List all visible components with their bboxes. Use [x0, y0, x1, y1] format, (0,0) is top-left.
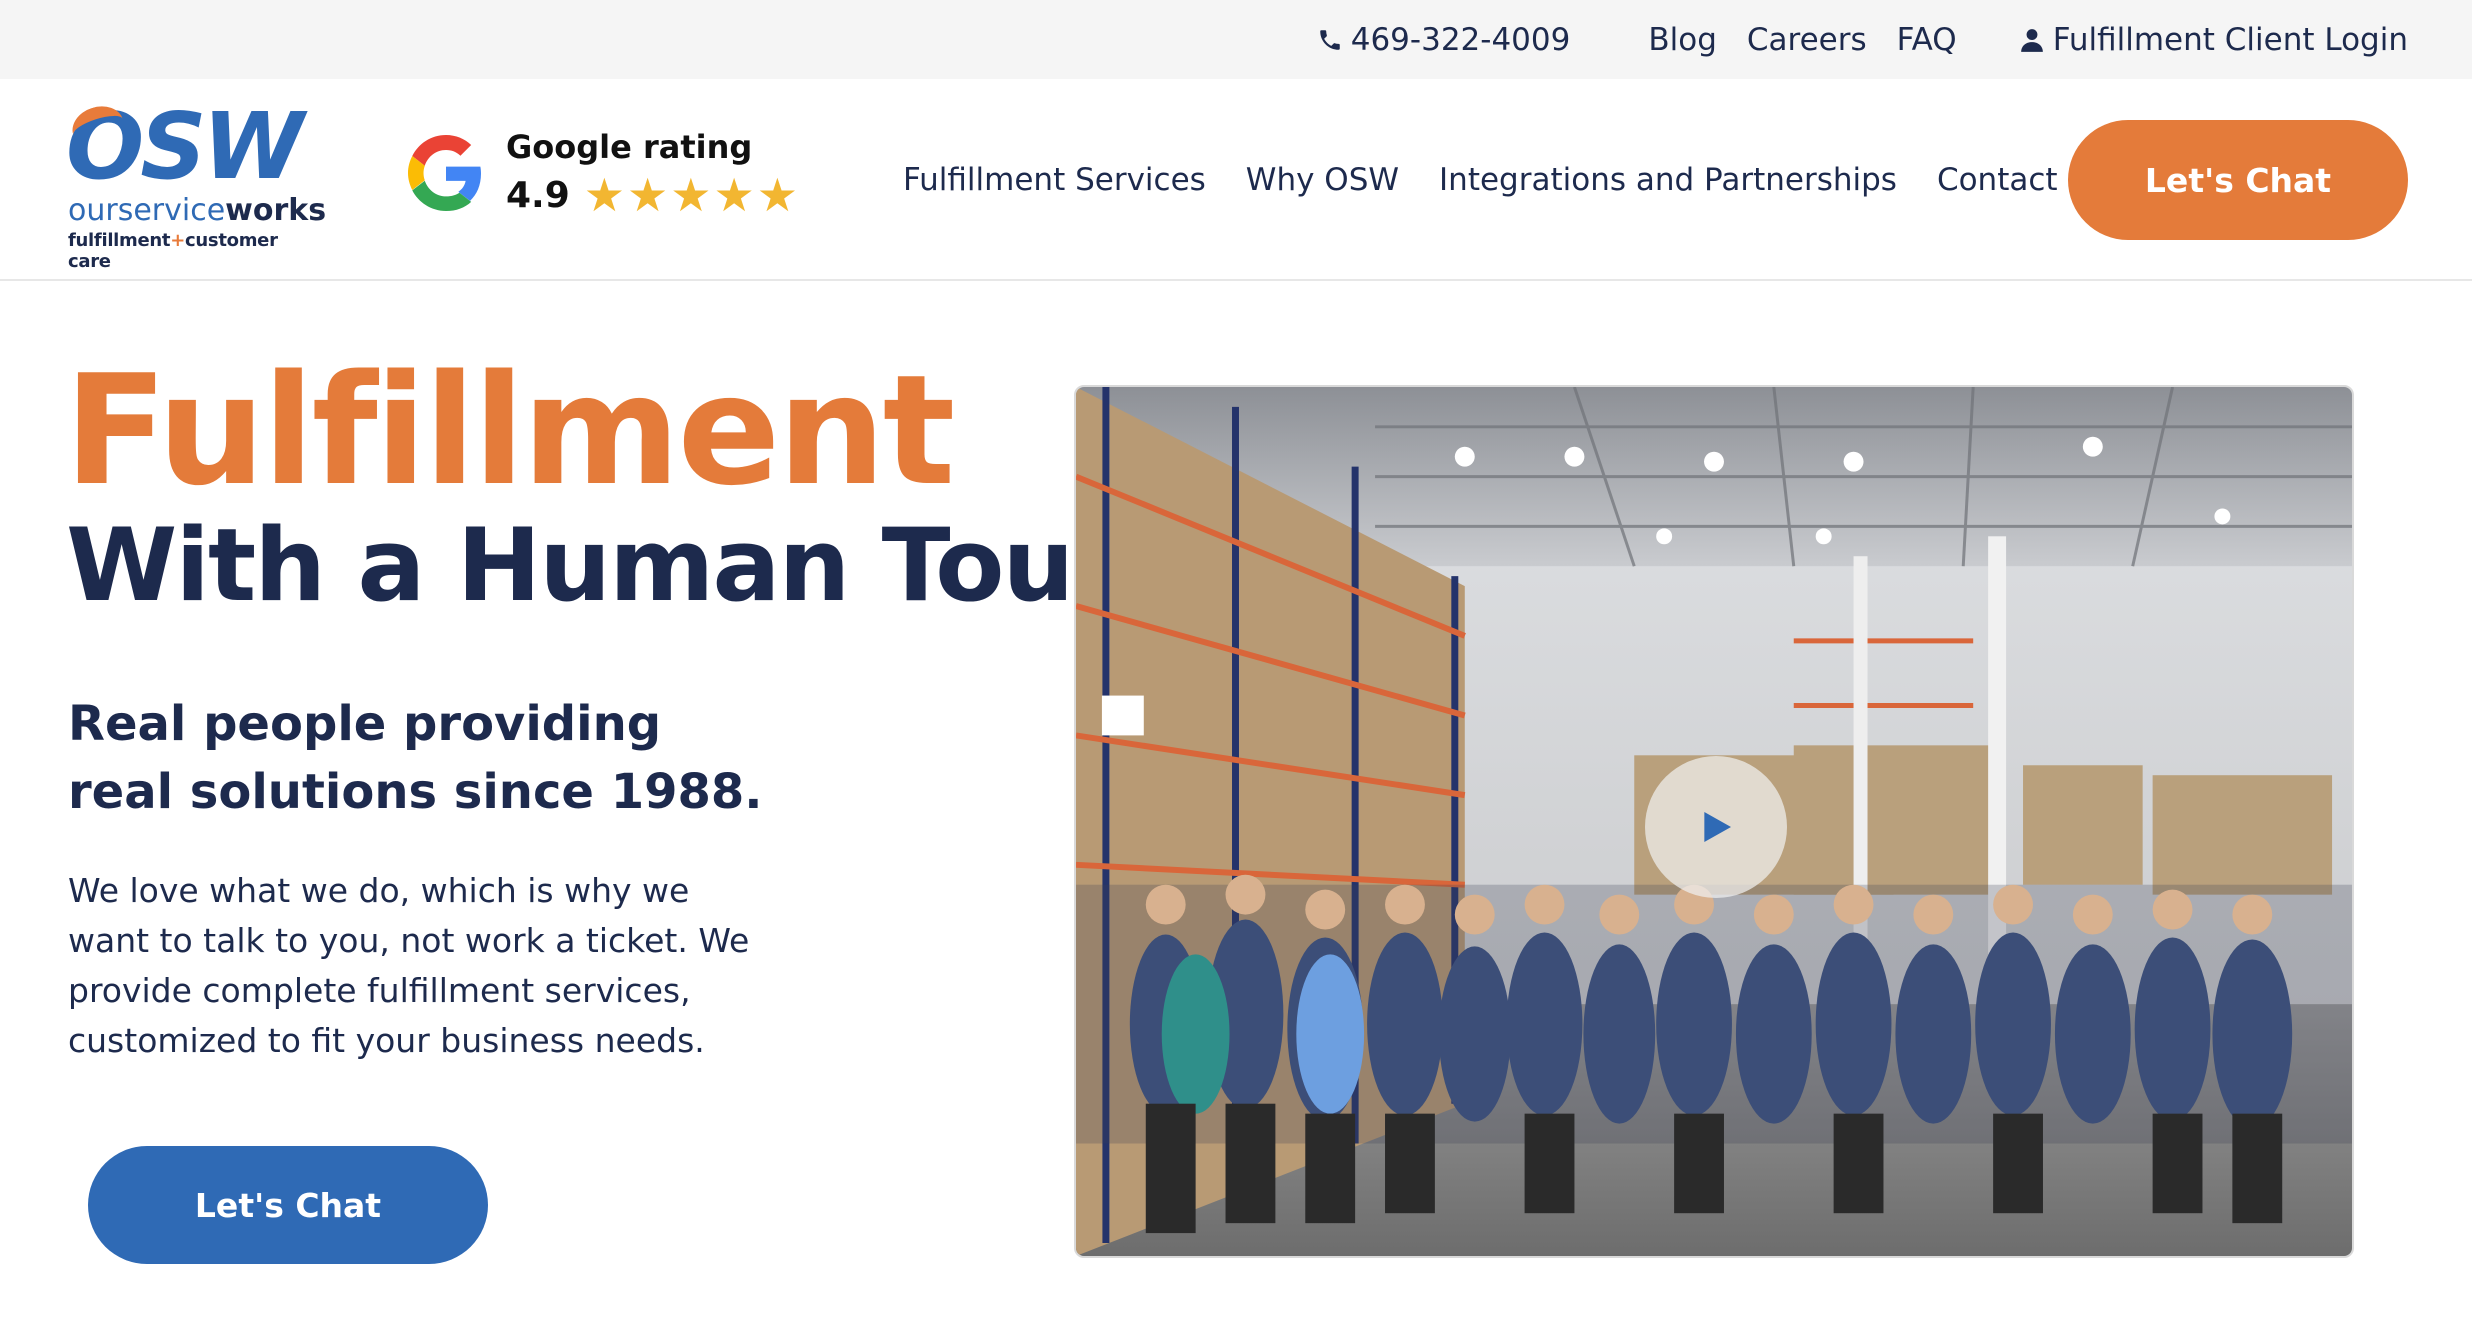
- phone-icon: [1319, 29, 1340, 50]
- lets-chat-header-button[interactable]: Let's Chat: [2068, 120, 2408, 240]
- careers-link[interactable]: Careers: [1747, 22, 1867, 58]
- logo-wordmark: ourserviceworks: [68, 196, 326, 226]
- client-login-label: Fulfillment Client Login: [2052, 21, 2408, 58]
- client-login-link[interactable]: Fulfillment Client Login: [2019, 22, 2408, 58]
- logo-tagline: fulfillment+customer care: [68, 230, 326, 272]
- star-icon: ★: [583, 168, 626, 222]
- rating-score: 4.9: [506, 174, 570, 216]
- star-icon: ★: [670, 168, 712, 222]
- rating-title: Google rating: [506, 128, 753, 166]
- star-icon: ★: [627, 168, 669, 222]
- star-icon: ★: [756, 168, 799, 222]
- google-rating: Google rating 4.9 ★ ★ ★ ★ ★: [408, 123, 798, 223]
- hero-video[interactable]: [1074, 385, 2354, 1258]
- top-utility-links: 469-322-4009 Blog Careers FAQ Fulfillmen…: [1317, 0, 2408, 79]
- video-play-button[interactable]: [1645, 756, 1787, 898]
- nav-fulfillment-services[interactable]: Fulfillment Services: [903, 162, 1206, 198]
- logo-word-a: ourservice: [68, 193, 226, 228]
- hero-body-text: We love what we do, which is why we want…: [68, 871, 750, 1060]
- hero-title-primary: Fulfillment: [64, 342, 955, 519]
- blog-link[interactable]: Blog: [1648, 22, 1717, 58]
- site-header: OSW ourserviceworks fulfillment+customer…: [0, 79, 2472, 281]
- rating-row: 4.9 ★ ★ ★ ★ ★: [506, 172, 798, 218]
- user-icon: [2020, 28, 2043, 52]
- lets-chat-hero-button[interactable]: Let's Chat: [88, 1146, 488, 1264]
- nav-integrations-partnerships[interactable]: Integrations and Partnerships: [1439, 162, 1897, 198]
- hero-title-secondary: With a Human Touch: [66, 506, 1202, 624]
- logo-word-b: works: [225, 193, 327, 228]
- star-icon: ★: [713, 168, 755, 222]
- main-nav: Fulfillment Services Why OSW Integration…: [903, 79, 2106, 281]
- play-icon: [1704, 812, 1731, 842]
- rating-text: Google rating 4.9 ★ ★ ★ ★ ★: [506, 128, 798, 218]
- logo-tag-plus: +: [170, 230, 186, 251]
- top-utility-bar: 469-322-4009 Blog Careers FAQ Fulfillmen…: [0, 0, 2472, 79]
- rating-stars: ★ ★ ★ ★ ★: [584, 172, 798, 218]
- nav-why-osw[interactable]: Why OSW: [1246, 162, 1399, 198]
- phone-link[interactable]: 469-322-4009: [1317, 21, 1571, 58]
- phone-number: 469-322-4009: [1350, 21, 1571, 58]
- logo-tag-a: fulfillment: [68, 230, 171, 251]
- google-g-icon: [408, 135, 481, 211]
- faq-link[interactable]: FAQ: [1897, 22, 1957, 58]
- hero-subtitle: Real people providing real solutions sin…: [68, 696, 763, 820]
- osw-logo[interactable]: OSW ourserviceworks fulfillment+customer…: [66, 99, 326, 272]
